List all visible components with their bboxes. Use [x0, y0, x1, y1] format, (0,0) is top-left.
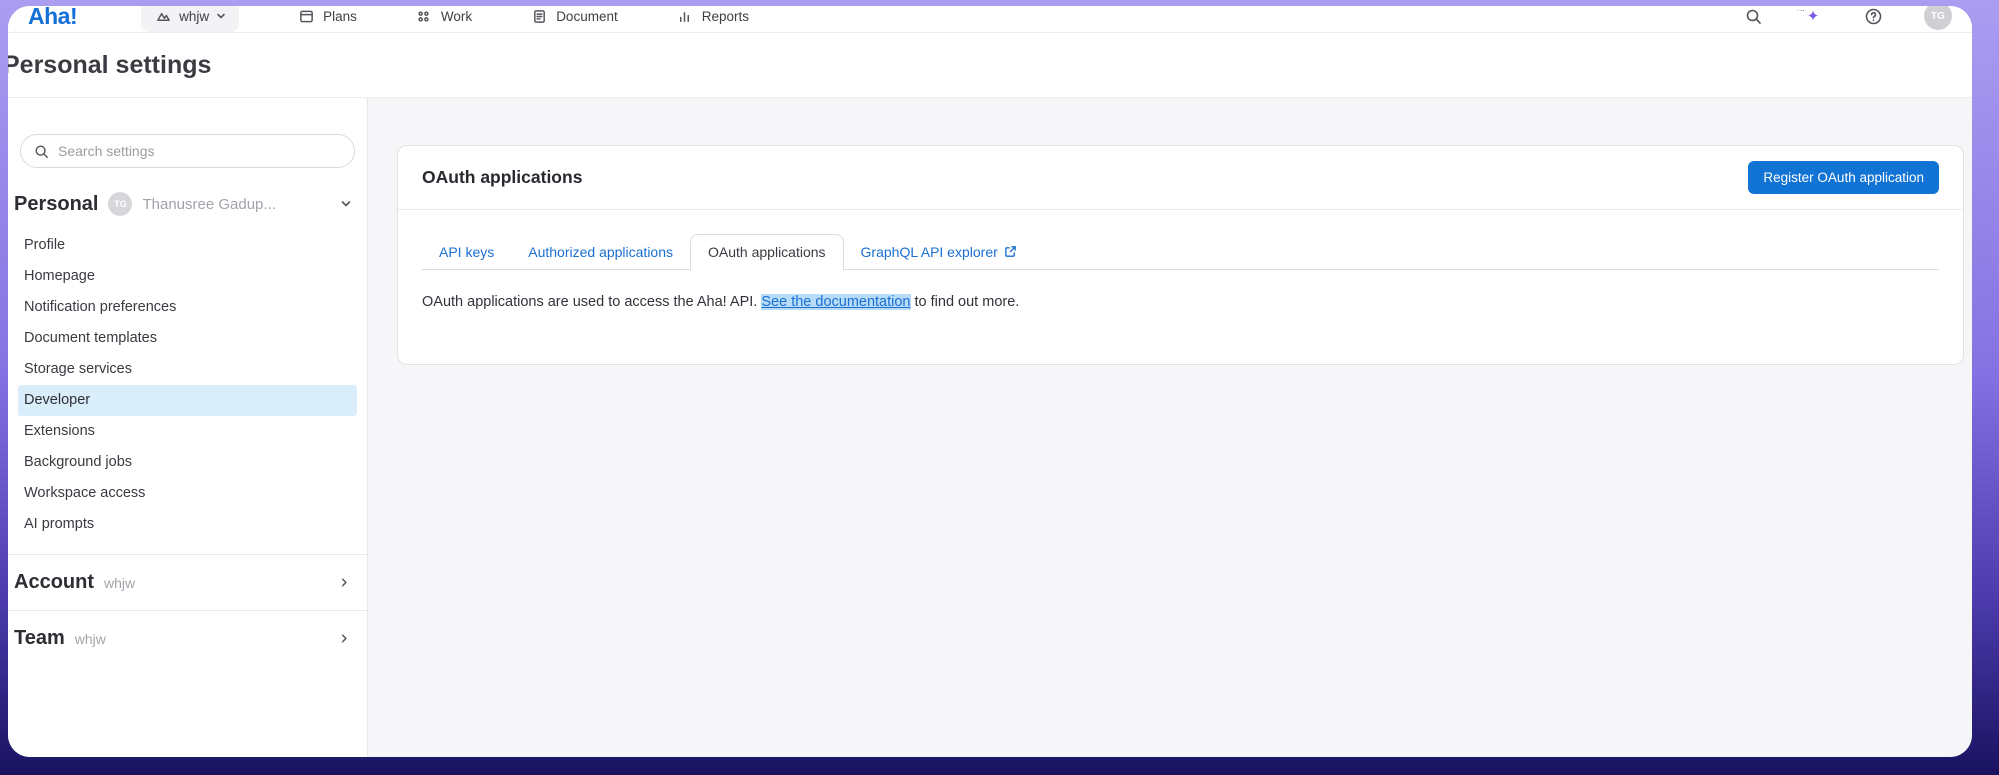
tab-api-keys[interactable]: API keys — [422, 234, 511, 269]
personal-section-header[interactable]: Personal TG Thanusree Gadup... — [14, 192, 353, 216]
team-heading: Team — [14, 627, 65, 650]
oauth-description: OAuth applications are used to access th… — [422, 292, 1939, 312]
nav-item-label: Reports — [702, 9, 749, 24]
sidebar-item-background-jobs[interactable]: Background jobs — [18, 447, 357, 478]
developer-tabs: API keys Authorized applications OAuth a… — [422, 234, 1939, 270]
tab-label: Authorized applications — [528, 244, 673, 260]
sidebar-item-homepage[interactable]: Homepage — [18, 261, 357, 292]
register-oauth-application-button[interactable]: Register OAuth application — [1748, 161, 1939, 194]
sidebar-item-developer[interactable]: Developer — [18, 385, 357, 416]
ai-sparkle-icon[interactable]: ✦.‥ — [1804, 7, 1822, 25]
sidebar-item-notification-preferences[interactable]: Notification preferences — [18, 292, 357, 323]
help-icon[interactable] — [1864, 7, 1882, 25]
app-window: Aha! whjw Plans Work — [8, 6, 1972, 757]
page-header: Personal settings — [8, 33, 1972, 98]
top-nav: Aha! whjw Plans Work — [8, 6, 1972, 33]
nav-item-label: Work — [441, 9, 472, 24]
tab-label: API keys — [439, 244, 494, 260]
sidebar-item-ai-prompts[interactable]: AI prompts — [18, 509, 357, 540]
account-section[interactable]: Account whjw — [8, 554, 367, 610]
description-text: OAuth applications are used to access th… — [422, 294, 761, 310]
nav-item-plans[interactable]: Plans — [297, 7, 357, 25]
account-label: whjw — [104, 575, 135, 591]
personal-heading: Personal — [14, 193, 98, 216]
aha-logo[interactable]: Aha! — [28, 6, 77, 30]
sidebar-item-storage-services[interactable]: Storage services — [18, 354, 357, 385]
account-heading: Account — [14, 571, 94, 594]
card-header: OAuth applications Register OAuth applic… — [398, 146, 1963, 210]
workspace-label: whjw — [179, 9, 209, 24]
description-text: to find out more. — [911, 294, 1020, 310]
chevron-down-icon — [216, 11, 226, 21]
tab-label: GraphQL API explorer — [861, 244, 998, 260]
nav-item-document[interactable]: Document — [530, 7, 618, 25]
tab-authorized-applications[interactable]: Authorized applications — [511, 234, 690, 269]
search-icon[interactable] — [1744, 7, 1762, 25]
card-title: OAuth applications — [422, 167, 582, 188]
nav-item-reports[interactable]: Reports — [676, 7, 749, 25]
team-label: whjw — [75, 631, 106, 647]
sidebar-item-document-templates[interactable]: Document templates — [18, 323, 357, 354]
avatar: TG — [108, 192, 132, 216]
settings-sidebar: Personal TG Thanusree Gadup... Profile H… — [8, 98, 368, 757]
oauth-applications-card: OAuth applications Register OAuth applic… — [397, 145, 1964, 365]
reports-icon — [676, 7, 694, 25]
workspace-icon — [154, 7, 172, 25]
page-title: Personal settings — [8, 51, 211, 80]
sidebar-item-profile[interactable]: Profile — [18, 230, 357, 261]
plans-icon — [297, 7, 315, 25]
work-icon — [415, 7, 433, 25]
chevron-right-icon — [338, 632, 351, 645]
nav-item-work[interactable]: Work — [415, 7, 472, 25]
personal-settings-list: Profile Homepage Notification preference… — [8, 230, 367, 540]
tab-oauth-applications[interactable]: OAuth applications — [690, 234, 844, 270]
settings-search[interactable] — [20, 134, 355, 168]
team-section[interactable]: Team whjw — [8, 610, 367, 666]
main-panel: OAuth applications Register OAuth applic… — [368, 98, 1972, 757]
document-icon — [530, 7, 548, 25]
user-name: Thanusree Gadup... — [142, 196, 329, 213]
sidebar-item-workspace-access[interactable]: Workspace access — [18, 478, 357, 509]
chevron-right-icon — [338, 576, 351, 589]
user-avatar[interactable]: TG — [1924, 6, 1952, 30]
tab-graphql-api-explorer[interactable]: GraphQL API explorer — [844, 234, 1034, 269]
tab-label: OAuth applications — [708, 244, 826, 260]
search-input[interactable] — [58, 143, 341, 159]
chevron-down-icon[interactable] — [339, 197, 353, 211]
nav-item-label: Plans — [323, 9, 357, 24]
nav-item-label: Document — [556, 9, 618, 24]
search-icon — [34, 144, 49, 159]
external-link-icon — [1004, 245, 1017, 258]
sidebar-item-extensions[interactable]: Extensions — [18, 416, 357, 447]
workspace-switcher[interactable]: whjw — [141, 6, 239, 32]
see-the-documentation-link[interactable]: See the documentation — [761, 294, 910, 310]
